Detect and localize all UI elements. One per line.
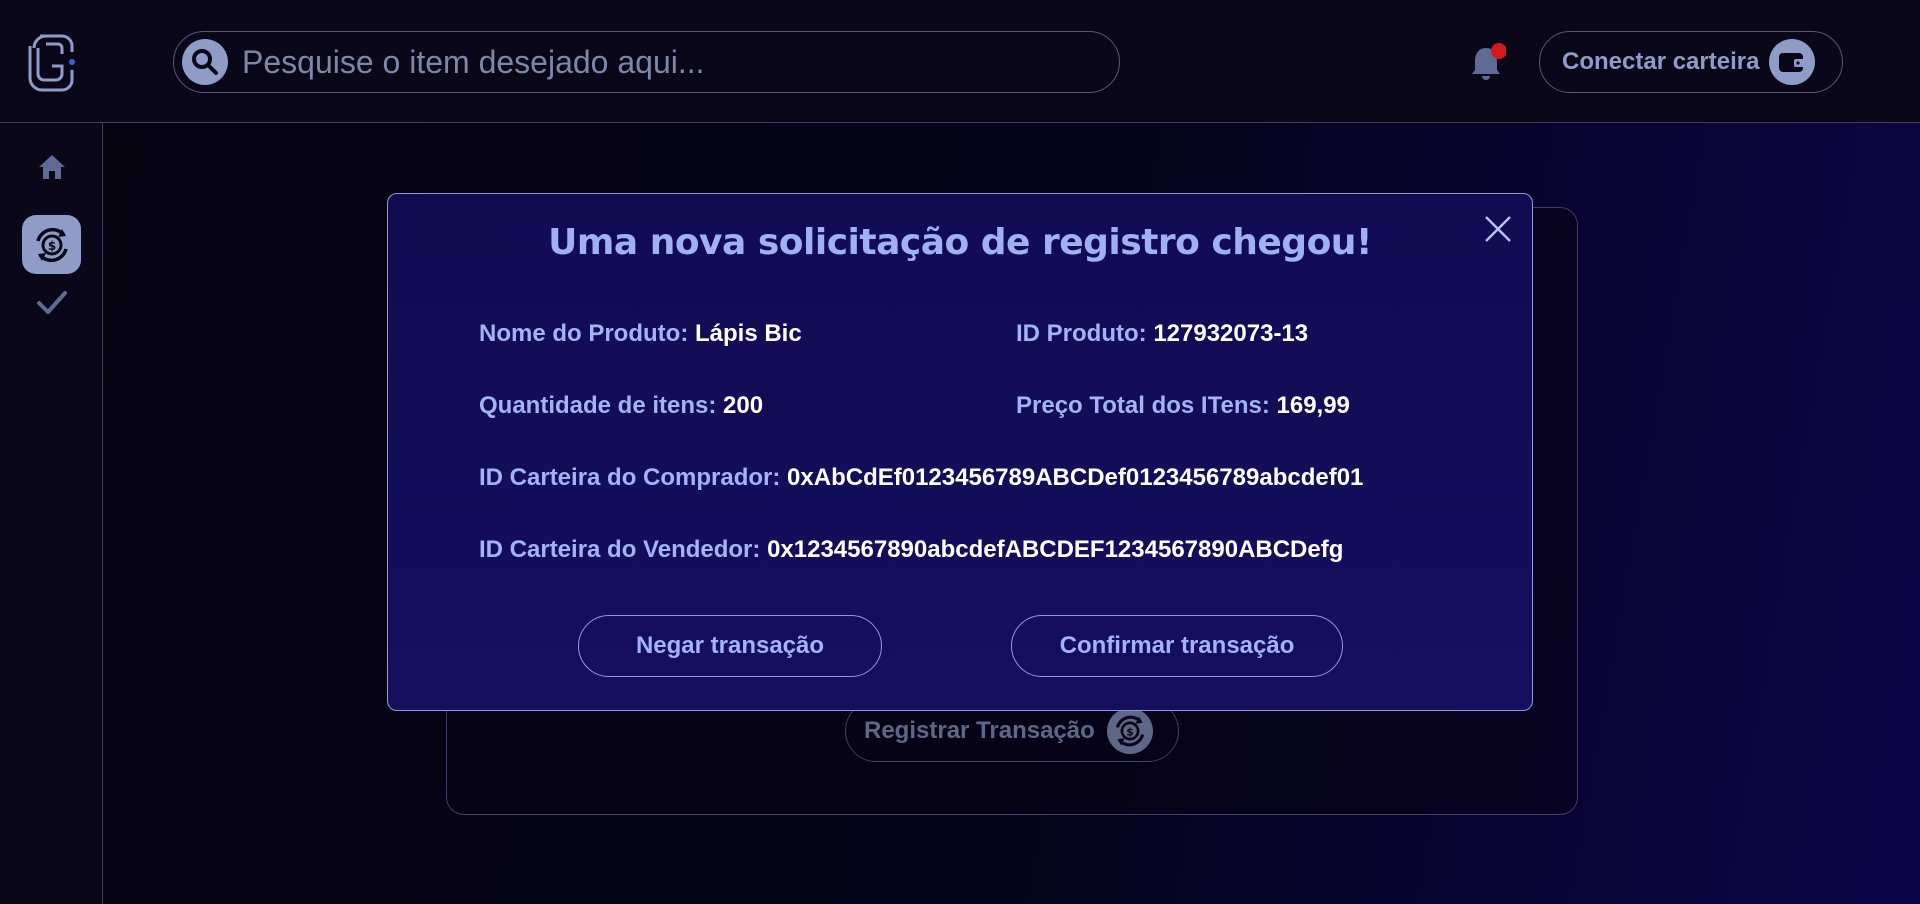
transaction-cycle-icon[interactable]: $	[22, 215, 81, 274]
modal-title: Uma nova solicitação de registro chegou!	[548, 222, 1372, 263]
product-id-value: 127932073-13	[1153, 320, 1309, 347]
product-name-label: Nome do Produto:	[479, 320, 689, 347]
buyer-wallet-value: 0xAbCdEf0123456789ABCDef0123456789abcdef…	[787, 464, 1364, 491]
product-name-field: Nome do Produto: Lápis Bic	[479, 320, 802, 348]
search-bar[interactable]: Pesquise o item desejado aqui...	[173, 31, 1120, 93]
product-id-field: ID Produto: 127932073-13	[1016, 320, 1308, 348]
buyer-wallet-field: ID Carteira do Comprador: 0xAbCdEf012345…	[479, 464, 1363, 492]
seller-wallet-label: ID Carteira do Vendedor:	[479, 536, 761, 563]
product-name-value: Lápis Bic	[694, 320, 802, 347]
deny-transaction-button[interactable]: Negar transação	[578, 615, 882, 677]
svg-text:$: $	[1126, 726, 1134, 739]
svg-text:$: $	[47, 239, 55, 253]
total-price-label: Preço Total dos ITens:	[1016, 392, 1270, 419]
quantity-label: Quantidade de itens:	[479, 392, 717, 419]
quantity-field: Quantidade de itens: 200	[479, 392, 763, 420]
home-icon[interactable]	[34, 149, 70, 185]
buyer-wallet-label: ID Carteira do Comprador:	[479, 464, 781, 491]
seller-wallet-value: 0x1234567890abcdefABCDEF1234567890ABCDef…	[767, 536, 1344, 563]
search-input[interactable]: Pesquise o item desejado aqui...	[242, 44, 705, 81]
check-icon[interactable]	[34, 285, 70, 321]
register-transaction-label: Registrar Transação	[864, 717, 1095, 744]
quantity-value: 200	[723, 392, 764, 419]
notification-bell-icon[interactable]	[1470, 42, 1507, 82]
registration-request-modal: Uma nova solicitação de registro chegou!…	[387, 193, 1533, 711]
total-price-field: Preço Total dos ITens: 169,99	[1016, 392, 1350, 420]
connect-wallet-button[interactable]: Conectar carteira	[1539, 31, 1843, 93]
transaction-cycle-icon: $	[1106, 708, 1153, 754]
top-bar: Pesquise o item desejado aqui... Conecta…	[0, 0, 1920, 123]
confirm-transaction-button[interactable]: Confirmar transação	[1011, 615, 1343, 677]
seller-wallet-field: ID Carteira do Vendedor: 0x1234567890abc…	[479, 536, 1343, 564]
wallet-icon	[1769, 39, 1816, 85]
connect-wallet-label: Conectar carteira	[1562, 48, 1760, 75]
product-id-label: ID Produto:	[1016, 320, 1147, 347]
total-price-value: 169,99	[1276, 392, 1350, 419]
search-icon[interactable]	[182, 39, 228, 85]
app-logo-icon[interactable]	[26, 30, 76, 94]
sidebar: $	[0, 123, 103, 904]
